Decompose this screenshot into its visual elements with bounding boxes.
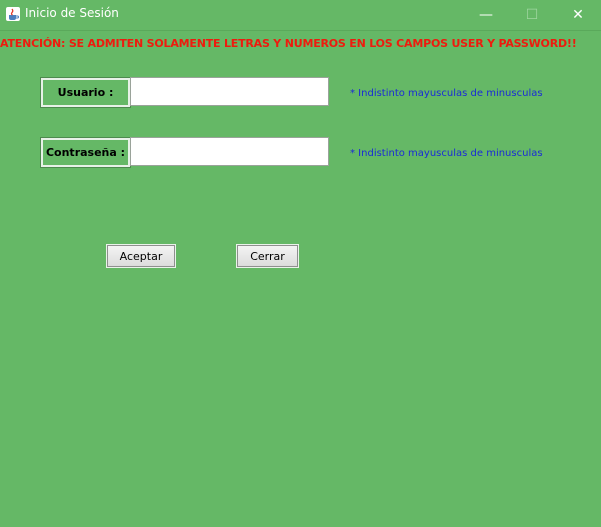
accept-button[interactable]: Aceptar [106, 244, 176, 268]
password-input[interactable] [130, 137, 329, 166]
minimize-button[interactable]: — [463, 0, 509, 30]
warning-message: ATENCIÓN: SE ADMITEN SOLAMENTE LETRAS Y … [0, 37, 577, 50]
user-label: Usuario : [40, 77, 131, 108]
window-title: Inicio de Sesión [25, 6, 119, 20]
maximize-button[interactable]: ☐ [509, 0, 555, 30]
password-label: Contraseña : [40, 137, 131, 168]
close-window-button[interactable]: ✕ [555, 0, 601, 30]
user-hint: * Indistinto mayusculas de minusculas [350, 88, 543, 99]
user-input[interactable] [130, 77, 329, 106]
java-cup-icon [6, 7, 20, 21]
title-bar[interactable]: Inicio de Sesión — ☐ ✕ [0, 0, 601, 31]
close-button[interactable]: Cerrar [236, 244, 299, 268]
password-hint: * Indistinto mayusculas de minusculas [350, 148, 543, 159]
